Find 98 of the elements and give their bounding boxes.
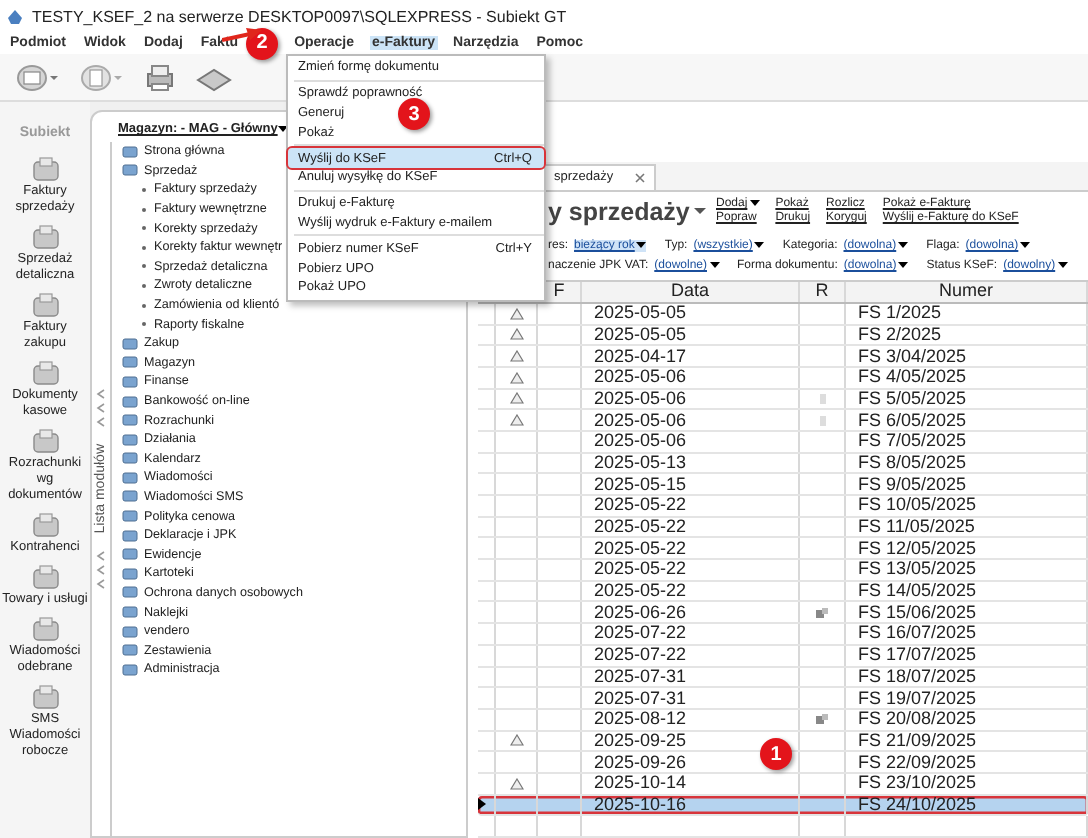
- table-cell: 2025-10-16: [582, 795, 800, 815]
- table-cell: 2025-05-22: [582, 538, 800, 559]
- table-cell: 2025-05-05: [582, 303, 800, 324]
- table-cell: FS 15/06/2025: [846, 602, 1088, 623]
- table-row[interactable]: 2025-05-22 FS 12/05/2025: [478, 538, 1088, 561]
- table-cell: 2025-05-22: [582, 560, 800, 580]
- table-row[interactable]: 2025-10-16 FS 24/10/2025: [478, 795, 1088, 817]
- table-row[interactable]: 2025-05-05 FS 2/2025: [478, 325, 1088, 347]
- document-icon[interactable]: [80, 63, 124, 91]
- caret-icon: [1020, 242, 1031, 249]
- table-cell: 2025-05-05: [582, 325, 800, 345]
- caret-icon: [693, 207, 706, 216]
- table-cell: FS 13/05/2025: [846, 560, 1088, 580]
- table-cell: FS 3/04/2025: [846, 346, 1088, 366]
- caret-icon: [749, 200, 760, 207]
- table-cell: 2025-05-22: [582, 581, 800, 601]
- table-cell: 2025-05-06: [582, 367, 800, 388]
- table-cell: FS 16/07/2025: [846, 624, 1088, 644]
- module-icon: [31, 616, 59, 642]
- module-icon: [31, 360, 59, 386]
- caret-icon: [1057, 262, 1068, 269]
- table-cell: FS 9/05/2025: [846, 474, 1088, 495]
- table-cell: 2025-05-06: [582, 431, 800, 452]
- table-cell: FS 12/05/2025: [846, 538, 1088, 559]
- table-cell: 2025-04-17: [582, 346, 800, 366]
- table-cell: FS 19/07/2025: [846, 688, 1088, 708]
- table-row[interactable]: 2025-07-31 FS 19/07/2025: [478, 688, 1088, 710]
- table-cell: FS 6/05/2025: [846, 410, 1088, 430]
- table-cell: 2025-07-31: [582, 688, 800, 708]
- table-cell: FS 17/07/2025: [846, 645, 1088, 666]
- table-cell: 2025-08-12: [582, 709, 800, 730]
- caret-icon: [898, 242, 909, 249]
- table-cell: FS 21/09/2025: [846, 731, 1088, 751]
- table-row[interactable]: 2025-05-13 FS 8/05/2025: [478, 453, 1088, 475]
- table-row[interactable]: 2025-07-22 FS 17/07/2025: [478, 645, 1088, 668]
- table-cell: 2025-05-22: [582, 517, 800, 537]
- table-cell: FS 23/10/2025: [846, 773, 1088, 794]
- module-icon: [31, 156, 59, 182]
- module-icon: [31, 684, 59, 710]
- table-row[interactable]: 2025-05-22 FS 13/05/2025: [478, 560, 1088, 582]
- printer-icon[interactable]: [144, 61, 176, 93]
- app-icon: [6, 7, 24, 25]
- table-cell: FS 24/10/2025: [846, 795, 1088, 815]
- table-cell: FS 8/05/2025: [846, 453, 1088, 473]
- chevron-icon[interactable]: [96, 549, 106, 590]
- table-cell: FS 11/05/2025: [846, 517, 1088, 537]
- table-row[interactable]: 2025-05-05 FS 1/2025: [478, 303, 1088, 326]
- table-row[interactable]: 2025-05-06 FS 5/05/2025: [478, 389, 1088, 411]
- caret-icon: [709, 262, 719, 269]
- table-cell: FS 22/09/2025: [846, 752, 1088, 772]
- column-header[interactable]: Data: [582, 281, 800, 302]
- list-heading[interactable]: y sprzedaży: [548, 197, 716, 226]
- table-cell: 2025-05-13: [582, 453, 800, 473]
- table-row[interactable]: 2025-07-31 FS 18/07/2025: [478, 667, 1088, 689]
- module-icon: [31, 224, 59, 250]
- table-cell: FS 7/05/2025: [846, 431, 1088, 452]
- window-title: TESTY_KSEF_2 na serwerze DESKTOP0097\SQLEXPRESS - Subiekt GT: [32, 7, 567, 25]
- module-icon: [31, 292, 59, 318]
- table-cell: FS 4/05/2025: [846, 367, 1088, 388]
- module-icon: [31, 512, 59, 538]
- caret-icon: [754, 242, 765, 249]
- caret-icon: [277, 126, 288, 132]
- table-cell: FS 14/05/2025: [846, 581, 1088, 601]
- table-cell: 2025-05-06: [582, 389, 800, 409]
- column-header[interactable]: Numer: [846, 281, 1088, 302]
- table-row[interactable]: 2025-05-06 FS 6/05/2025: [478, 410, 1088, 432]
- table-cell: 2025-10-14: [582, 773, 800, 794]
- table-cell: FS 10/05/2025: [846, 496, 1088, 516]
- table-cell: FS 5/05/2025: [846, 389, 1088, 409]
- module-icon: [31, 564, 59, 590]
- table-cell: 2025-05-22: [582, 496, 800, 516]
- module-icon: [31, 428, 59, 454]
- table-row[interactable]: 2025-07-22 FS 16/07/2025: [478, 624, 1088, 646]
- table-cell: FS 1/2025: [846, 303, 1088, 324]
- table-row[interactable]: 2025-05-15 FS 9/05/2025: [478, 474, 1088, 497]
- table-cell: FS 2/2025: [846, 325, 1088, 345]
- table-row[interactable]: 2025-08-12 FS 20/08/2025: [478, 709, 1088, 732]
- caret-icon: [636, 242, 647, 249]
- close-icon[interactable]: [633, 171, 646, 184]
- chevron-icon[interactable]: [96, 388, 106, 429]
- table-cell: 2025-05-06: [582, 410, 800, 430]
- table-cell: 2025-07-22: [582, 624, 800, 644]
- table-cell: FS 18/07/2025: [846, 667, 1088, 687]
- table-row[interactable]: 2025-05-22 FS 11/05/2025: [478, 517, 1088, 539]
- column-header[interactable]: R: [800, 281, 846, 302]
- table-cell: 2025-06-26: [582, 602, 800, 623]
- table-row[interactable]: 2025-05-22 FS 10/05/2025: [478, 496, 1088, 518]
- row-pointer-icon: [478, 798, 486, 811]
- table-row[interactable]: 2025-05-22 FS 14/05/2025: [478, 581, 1088, 603]
- table-row[interactable]: 2025-05-06 FS 4/05/2025: [478, 367, 1088, 390]
- caret-icon: [898, 262, 909, 269]
- table-row[interactable]: 2025-04-17 FS 3/04/2025: [478, 346, 1088, 368]
- table-cell: 2025-07-22: [582, 645, 800, 666]
- table-cell: 2025-05-15: [582, 474, 800, 495]
- table-cell: 2025-07-31: [582, 667, 800, 687]
- table-row[interactable]: 2025-05-06 FS 7/05/2025: [478, 431, 1088, 454]
- table-row[interactable]: 2025-06-26 FS 15/06/2025: [478, 602, 1088, 625]
- table-cell: FS 20/08/2025: [846, 709, 1088, 730]
